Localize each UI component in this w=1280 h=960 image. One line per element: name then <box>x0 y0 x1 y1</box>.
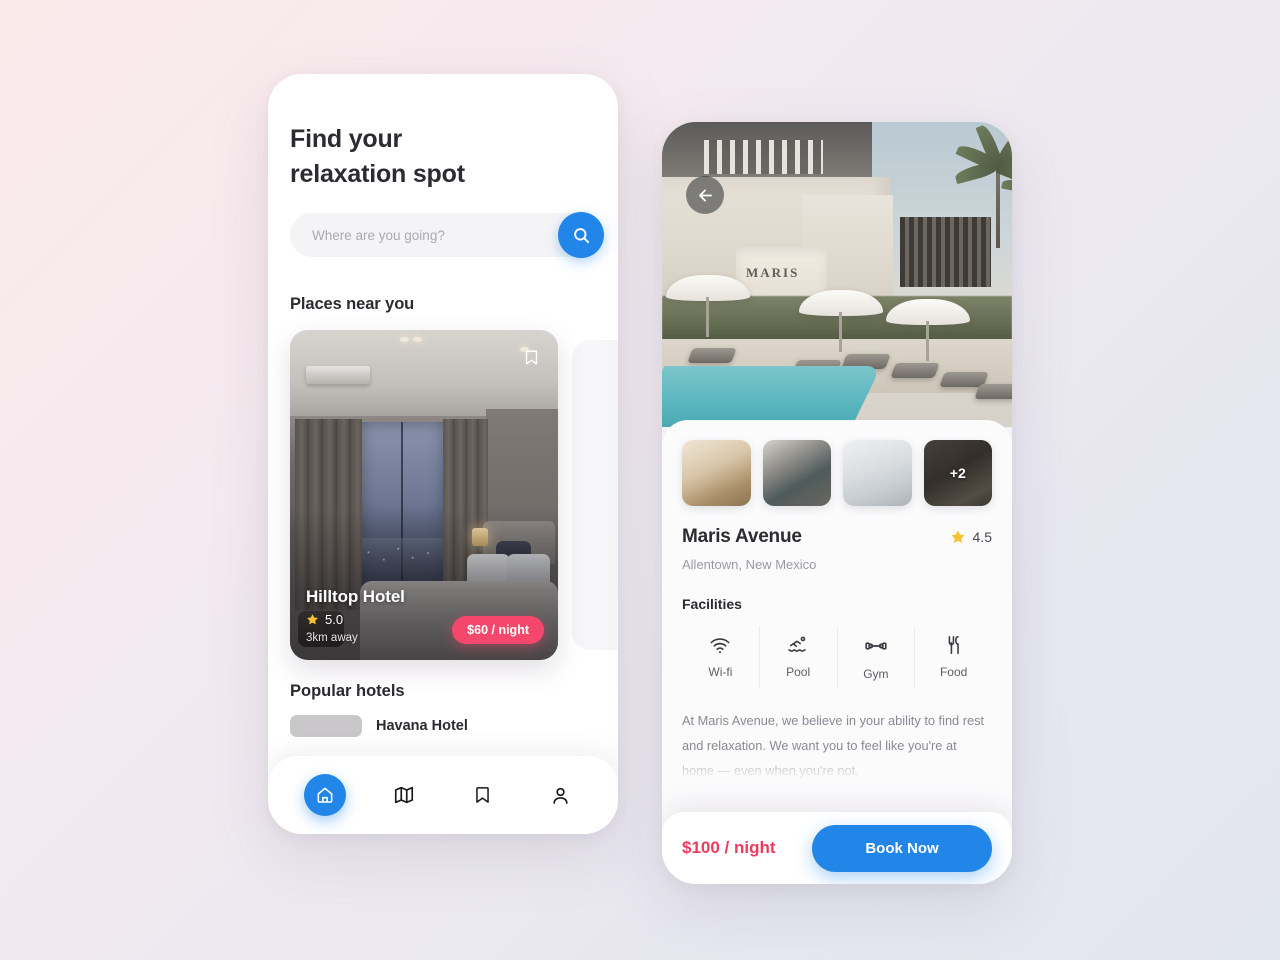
search-placeholder: Where are you going? <box>312 227 445 243</box>
hotel-hero-image: MARIS <box>662 122 1012 427</box>
bottom-navigation <box>268 756 618 834</box>
bookmark-icon <box>525 349 537 365</box>
facility-label: Gym <box>863 667 889 681</box>
hotel-card-price-button[interactable]: $60 / night <box>452 616 544 644</box>
home-icon <box>317 787 333 803</box>
hotel-card-distance: 3km away <box>306 632 358 644</box>
bookmark-button[interactable] <box>518 344 544 370</box>
phone-home-screen: Find your relaxation spot Where are you … <box>268 74 618 834</box>
bookmark-icon <box>475 787 489 803</box>
hotel-rating: 4.5 <box>950 529 992 545</box>
photo-thumbnail[interactable] <box>843 440 912 506</box>
page-title: Find your relaxation spot <box>290 122 596 191</box>
facility-label: Food <box>939 665 968 679</box>
pool-icon <box>788 636 806 652</box>
hotel-card-info: Hilltop Hotel 5.0 3km away $60 / night <box>306 587 544 644</box>
photo-thumbnail[interactable] <box>762 440 831 506</box>
more-photos-count: +2 <box>923 440 992 506</box>
map-icon <box>394 786 413 804</box>
dumbbell-icon <box>865 642 887 650</box>
arrow-left-icon <box>698 188 712 202</box>
hotel-description: At Maris Avenue, we believe in your abil… <box>682 713 985 778</box>
section-title-places-near-you: Places near you <box>290 295 415 313</box>
book-now-button[interactable]: Book Now <box>812 824 992 872</box>
facility-wifi[interactable]: Wi-fi <box>682 626 760 689</box>
lounge-chair <box>974 384 1012 400</box>
facility-label: Pool <box>786 665 811 679</box>
facility-pool[interactable]: Pool <box>760 626 838 689</box>
photo-thumbnail-more[interactable]: +2 <box>923 440 992 506</box>
hotel-card-name: Hilltop Hotel <box>306 587 405 606</box>
swimming-pool <box>662 366 882 427</box>
photo-thumbnail-row: +2 <box>682 440 992 506</box>
nav-item-profile[interactable] <box>540 774 582 816</box>
nav-item-saved[interactable] <box>461 774 503 816</box>
hotel-header: Maris Avenue 4.5 <box>682 526 992 548</box>
facility-food[interactable]: Food <box>915 626 992 689</box>
back-button[interactable] <box>686 176 724 214</box>
popular-hotel-row[interactable]: Havana Hotel <box>290 715 596 737</box>
hotel-name: Maris Avenue <box>682 526 802 547</box>
facilities-row: Wi-fi Pool Gym Food <box>682 626 992 689</box>
star-icon <box>307 614 318 625</box>
places-near-you-carousel: Hilltop Hotel 5.0 3km away $60 / night <box>290 330 618 660</box>
search-icon <box>573 227 589 243</box>
booking-price: $100 / night <box>682 838 776 857</box>
section-title-popular-hotels: Popular hotels <box>290 682 405 700</box>
lounge-chair <box>687 347 737 363</box>
hotel-card-rating: 5.0 <box>306 612 358 627</box>
photo-thumbnail[interactable] <box>682 440 751 506</box>
facility-label: Wi-fi <box>708 665 733 679</box>
headline-line-1: Find your <box>290 125 403 153</box>
nav-item-map[interactable] <box>383 774 425 816</box>
search-input[interactable]: Where are you going? <box>290 213 596 257</box>
next-card-peek[interactable] <box>572 340 618 650</box>
hotel-rating-value: 4.5 <box>972 529 992 545</box>
search-bar: Where are you going? <box>290 212 604 258</box>
phone-detail-screen: MARIS +2 Maris Avenue 4.5 Allentown, New… <box>662 122 1012 884</box>
facilities-title: Facilities <box>682 596 742 612</box>
cutlery-icon <box>948 635 959 655</box>
hero-signage-text: MARIS <box>746 265 800 281</box>
hotel-location: Allentown, New Mexico <box>682 557 817 572</box>
wifi-icon <box>710 638 730 654</box>
hotel-card-featured[interactable]: Hilltop Hotel 5.0 3km away $60 / night <box>290 330 558 660</box>
hotel-card-rating-value: 5.0 <box>325 612 344 627</box>
popular-hotel-thumbnail <box>290 715 362 737</box>
headline-line-2: relaxation spot <box>290 159 465 188</box>
lounge-chair <box>890 362 940 378</box>
popular-hotel-name: Havana Hotel <box>376 718 468 734</box>
star-icon <box>950 530 965 544</box>
person-icon <box>553 787 568 804</box>
nav-item-home[interactable] <box>304 774 347 816</box>
search-button[interactable] <box>558 212 604 258</box>
booking-bar: $100 / night Book Now <box>662 812 1012 884</box>
facility-gym[interactable]: Gym <box>838 626 916 689</box>
